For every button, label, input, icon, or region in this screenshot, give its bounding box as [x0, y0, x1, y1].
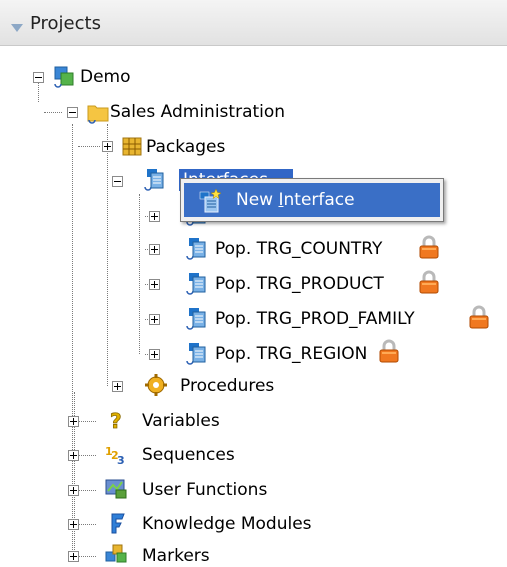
collapse-triangle-icon[interactable]	[11, 24, 23, 32]
new-interface-menu-item[interactable]: New Interface	[184, 183, 440, 217]
expand-toggle-procedures[interactable]	[112, 381, 123, 392]
packages-icon	[122, 137, 142, 156]
sequences-icon: 1 2 3	[105, 445, 125, 466]
project-icon	[54, 66, 74, 88]
collapse-toggle-sales-admin[interactable]	[67, 107, 78, 118]
knowledge-modules-icon	[111, 513, 125, 534]
interface-icon	[144, 168, 164, 191]
markers-icon	[105, 544, 127, 563]
tree-item-sequences[interactable]: Sequences	[142, 444, 235, 466]
user-functions-icon	[105, 479, 127, 499]
tree-item-sales-administration[interactable]: Sales Administration	[110, 101, 285, 123]
expand-toggle-trg-prod-family[interactable]	[149, 314, 160, 325]
new-interface-label: New Interface	[236, 190, 355, 210]
variables-icon: ?	[110, 409, 122, 432]
expand-toggle-trg-product[interactable]	[149, 279, 160, 290]
expand-toggle-interface-1[interactable]	[149, 211, 160, 222]
tree-item-procedures[interactable]: Procedures	[180, 375, 274, 397]
tree-item-user-functions[interactable]: User Functions	[142, 479, 267, 501]
tree-item-packages[interactable]: Packages	[146, 136, 225, 158]
tree-item-demo[interactable]: Demo	[80, 66, 131, 88]
expand-toggle-packages[interactable]	[102, 141, 113, 152]
expand-toggle-user-functions[interactable]	[68, 485, 79, 496]
folder-icon	[87, 105, 109, 124]
collapse-toggle-demo[interactable]	[33, 72, 44, 83]
expand-toggle-variables[interactable]	[68, 416, 79, 427]
expand-toggle-knowledge-modules[interactable]	[68, 519, 79, 530]
svg-text:?: ?	[110, 409, 122, 432]
new-interface-icon	[199, 188, 222, 213]
collapse-toggle-interfaces[interactable]	[112, 176, 123, 187]
context-menu: New Interface	[180, 178, 444, 222]
interface-icon	[186, 237, 206, 260]
interface-icon	[186, 272, 206, 295]
expand-toggle-markers[interactable]	[68, 551, 79, 562]
tree-item-interface[interactable]: Pop. TRG_PRODUCT	[215, 273, 384, 295]
expand-toggle-sequences[interactable]	[68, 450, 79, 461]
tree-item-interface[interactable]: Pop. TRG_PROD_FAMILY	[215, 308, 415, 330]
procedures-icon	[145, 374, 167, 396]
lock-icon	[468, 305, 490, 329]
tree-item-variables[interactable]: Variables	[142, 410, 220, 432]
lock-icon	[418, 270, 440, 294]
tree-item-markers[interactable]: Markers	[142, 545, 210, 567]
interface-icon	[186, 307, 206, 330]
tree-item-interface[interactable]: Pop. TRG_REGION	[215, 343, 367, 365]
svg-text:3: 3	[117, 454, 125, 466]
expand-toggle-trg-region[interactable]	[149, 349, 160, 360]
tree-item-interface[interactable]: Pop. TRG_COUNTRY	[215, 238, 382, 260]
interface-icon	[186, 342, 206, 365]
lock-icon	[418, 235, 440, 259]
lock-icon	[378, 339, 400, 363]
tree-item-knowledge-modules[interactable]: Knowledge Modules	[142, 513, 312, 535]
projects-header[interactable]: Projects	[0, 0, 507, 46]
panel-title: Projects	[30, 13, 101, 34]
expand-toggle-trg-country[interactable]	[149, 244, 160, 255]
